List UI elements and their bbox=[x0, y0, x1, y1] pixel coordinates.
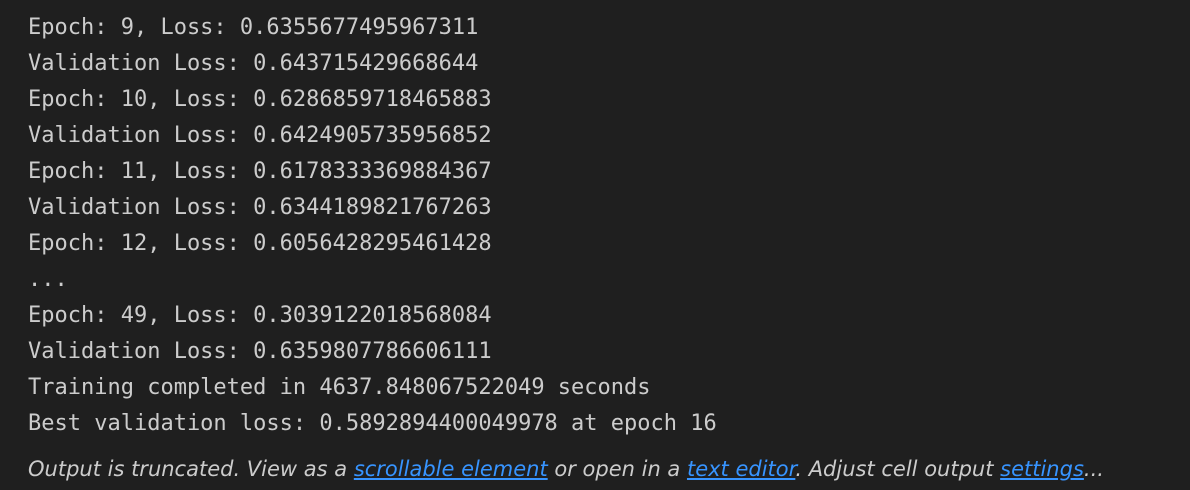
output-line: Epoch: 12, Loss: 0.6056428295461428 bbox=[28, 231, 492, 256]
settings-link[interactable]: settings bbox=[1000, 457, 1084, 481]
output-ellipsis-line: ... bbox=[28, 267, 68, 292]
output-line: Validation Loss: 0.6344189821767263 bbox=[28, 195, 492, 220]
truncation-notice-suffix: ... bbox=[1083, 457, 1104, 481]
output-line: Epoch: 49, Loss: 0.3039122018568084 bbox=[28, 303, 492, 328]
output-line: Epoch: 11, Loss: 0.6178333369884367 bbox=[28, 159, 492, 184]
cell-output-text: Validation Loss: 0.6437154296686448 Epoc… bbox=[28, 0, 1178, 442]
scrollable-element-link[interactable]: scrollable element bbox=[354, 457, 548, 481]
text-editor-link[interactable]: text editor bbox=[687, 457, 795, 481]
output-line: Training completed in 4637.848067522049 … bbox=[28, 375, 651, 400]
truncation-notice: Output is truncated. View as a scrollabl… bbox=[28, 452, 1104, 486]
truncation-notice-adjust: . Adjust cell output bbox=[795, 457, 1001, 481]
output-line: Validation Loss: 0.6359807786606111 bbox=[28, 339, 492, 364]
output-line: Validation Loss: 0.643715429668644 bbox=[28, 51, 479, 76]
output-line: Epoch: 9, Loss: 0.6355677495967311 bbox=[28, 15, 479, 40]
output-line: Best validation loss: 0.5892894400049978… bbox=[28, 411, 717, 436]
output-line: Validation Loss: 0.6424905735956852 bbox=[28, 123, 492, 148]
output-line: Epoch: 10, Loss: 0.6286859718465883 bbox=[28, 87, 492, 112]
truncation-notice-prefix: Output is truncated. View as a bbox=[28, 457, 354, 481]
truncation-notice-middle: or open in a bbox=[547, 457, 687, 481]
cell-output-view: { "output": { "lines": [ "Validation Los… bbox=[0, 0, 1190, 490]
output-line-partial: Validation Loss: 0.6437154296686448 bbox=[28, 0, 1178, 10]
